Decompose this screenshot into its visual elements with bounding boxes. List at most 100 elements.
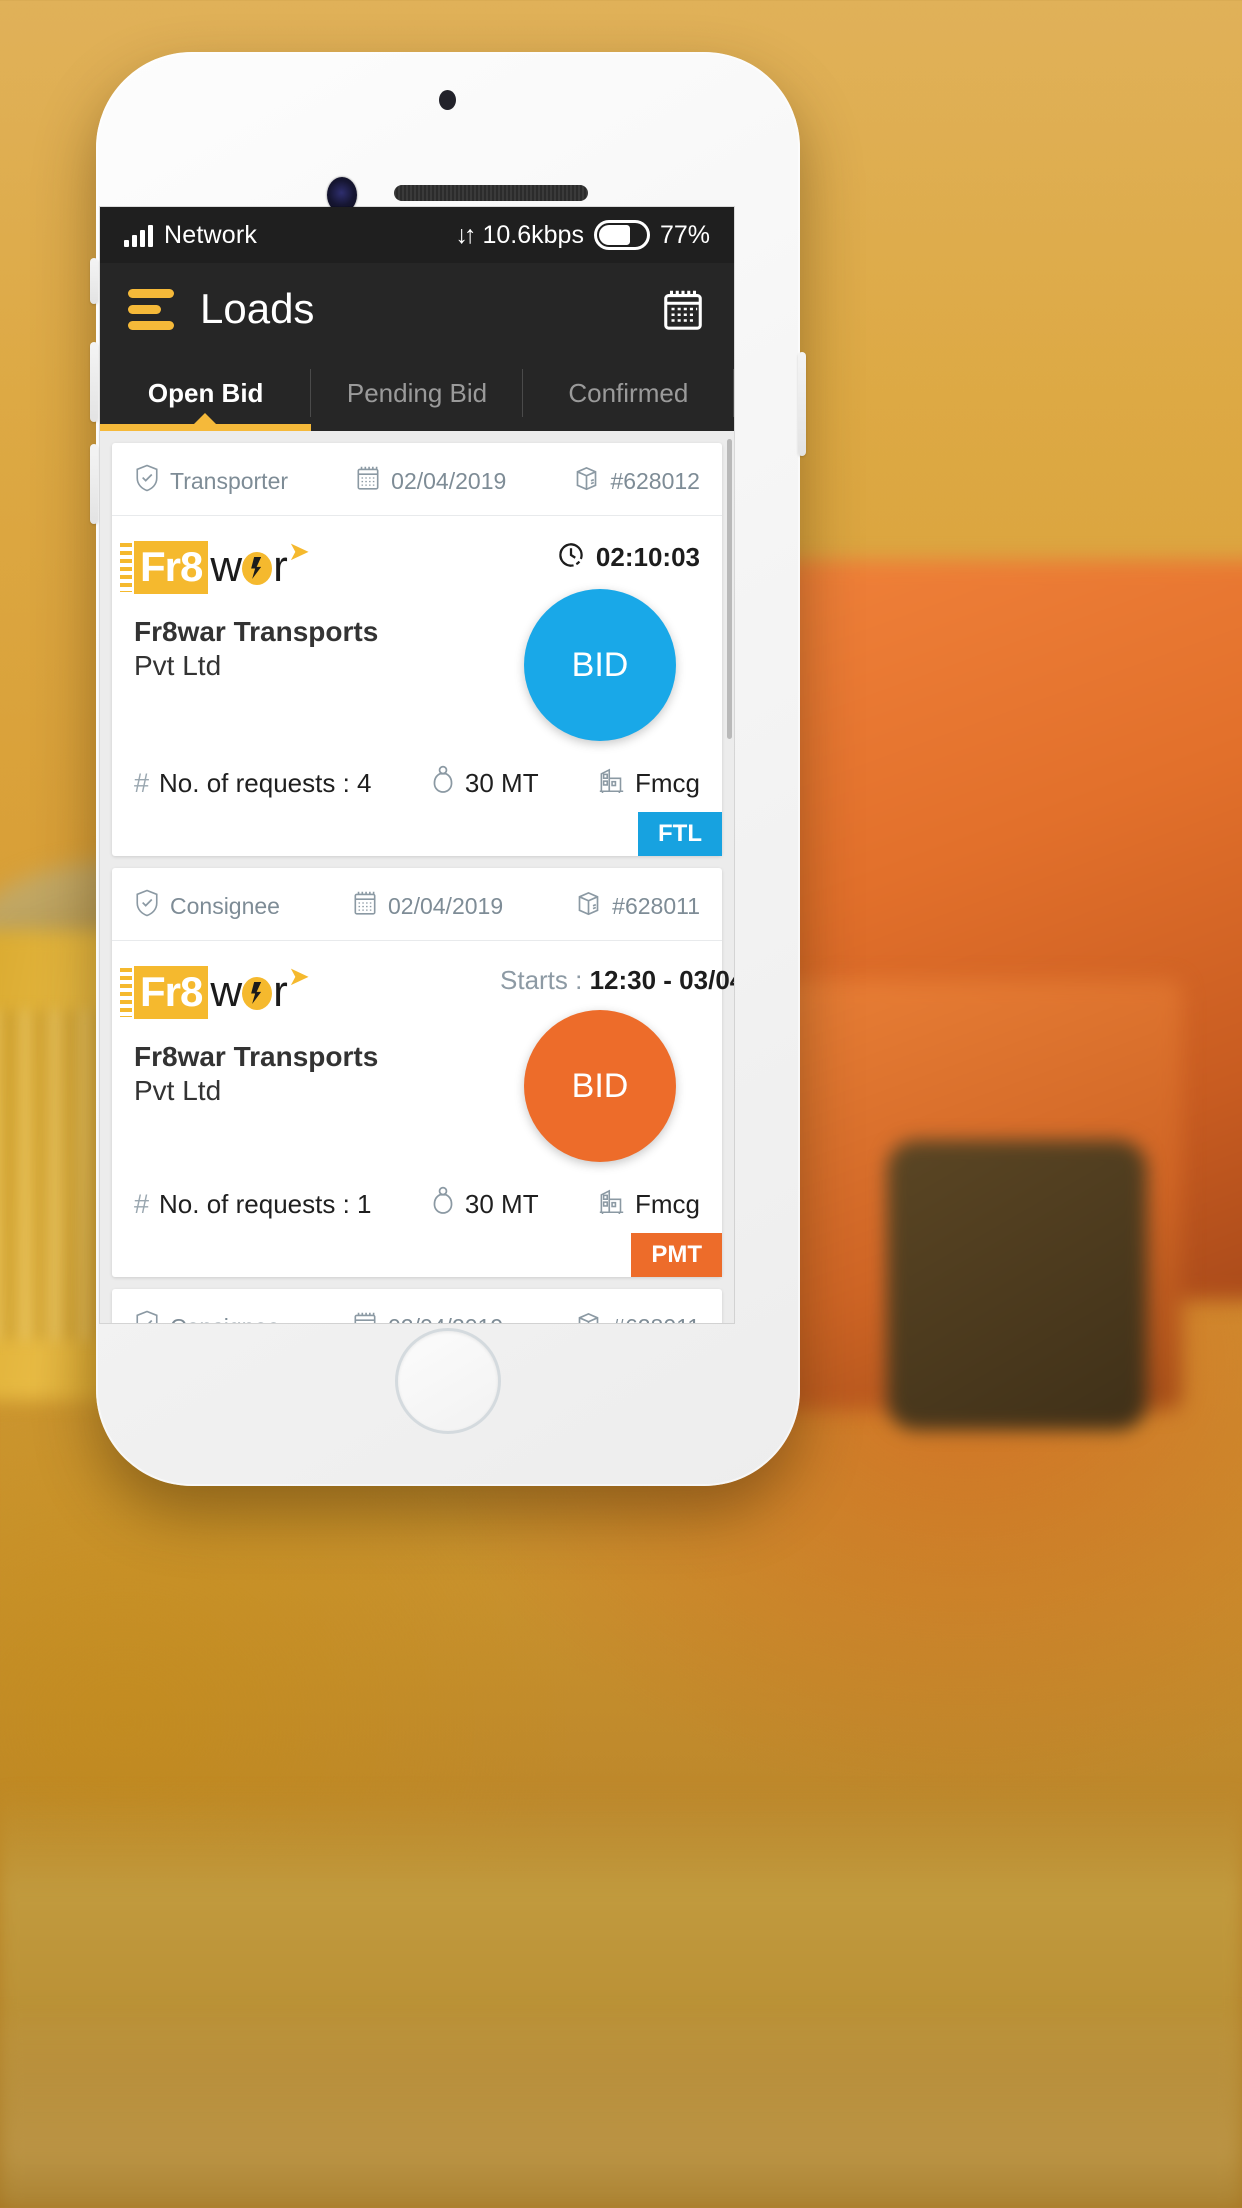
network-speed-label: 10.6kbps bbox=[482, 220, 584, 249]
warehouse-icon bbox=[598, 765, 625, 802]
load-category: Fmcg bbox=[598, 765, 700, 802]
background-ground-near bbox=[0, 2018, 1242, 2208]
card-body: Fr8 w r ➤ Fr8war Transports Pvt Ltd 02:1… bbox=[112, 516, 722, 751]
hash-icon: # bbox=[134, 1189, 150, 1219]
shield-check-icon bbox=[134, 888, 160, 924]
load-date-label: 02/04/2019 bbox=[391, 467, 507, 494]
load-category-label: Fmcg bbox=[634, 768, 700, 798]
volume-down-button[interactable] bbox=[90, 444, 98, 524]
calendar-icon bbox=[352, 889, 378, 923]
load-card[interactable]: Transporter 02/04/2019 #628012 Fr8 w r ➤… bbox=[112, 443, 722, 856]
silent-switch[interactable] bbox=[90, 258, 98, 304]
load-date-label: 02/04/2019 bbox=[388, 892, 504, 919]
network-label: Network bbox=[164, 220, 258, 249]
bid-button[interactable]: BID bbox=[524, 1010, 676, 1162]
background-dark-panel bbox=[887, 1140, 1147, 1430]
party-type: Consignee bbox=[134, 888, 280, 924]
company-name-main: Fr8war Transports bbox=[134, 616, 379, 647]
logo-text-right-wrap: w r ➤ bbox=[210, 961, 309, 1016]
weight-icon bbox=[431, 765, 455, 802]
bid-start-time: Starts : 12:30 - 03/04 bbox=[500, 965, 734, 996]
logo-badge: Fr8 bbox=[120, 540, 209, 594]
requests-count-label: No. of requests : 1 bbox=[159, 1189, 372, 1219]
shield-check-icon bbox=[134, 463, 160, 499]
signal-bars-icon bbox=[124, 223, 153, 247]
list-scrollbar[interactable] bbox=[727, 439, 732, 739]
order-id-label: #628012 bbox=[610, 467, 700, 494]
party-type-label: Consignee bbox=[170, 1314, 280, 1324]
order-id: #628011 bbox=[575, 888, 700, 924]
bid-timer-label: 02:10:03 bbox=[595, 542, 700, 572]
power-button[interactable] bbox=[798, 352, 806, 456]
logo-o-icon bbox=[242, 552, 273, 585]
logo-dots-icon bbox=[120, 542, 132, 592]
requests-count-label: No. of requests : 4 bbox=[159, 768, 372, 798]
load-card[interactable]: Consignee 02/04/2019 bbox=[112, 1289, 722, 1323]
status-badge: FTL bbox=[638, 812, 722, 856]
status-bar: Network ↓↑ 10.6kbps 77% bbox=[100, 207, 734, 263]
bid-timer: 02:10:03 bbox=[500, 540, 700, 575]
proximity-sensor-icon bbox=[439, 90, 456, 110]
card-body: Fr8 w r ➤ Fr8war Transports Pvt Ltd Starts… bbox=[112, 941, 734, 1172]
party-type: Transporter bbox=[134, 463, 288, 499]
bid-button[interactable]: BID bbox=[524, 589, 676, 741]
tab-pending-bid-label: Pending Bid bbox=[346, 377, 488, 408]
tab-active-pointer-icon bbox=[194, 413, 217, 424]
party-type: Consignee bbox=[134, 1309, 280, 1323]
card-body-left: Fr8 w r ➤ Fr8war Transports Pvt Ltd bbox=[120, 961, 500, 1162]
home-button[interactable] bbox=[395, 1328, 501, 1434]
bid-button-label: BID bbox=[571, 645, 629, 684]
company-name: Fr8war Transports Pvt Ltd bbox=[134, 1037, 500, 1108]
shield-check-icon bbox=[134, 1309, 160, 1323]
status-bar-right: ↓↑ 10.6kbps 77% bbox=[455, 220, 710, 250]
calendar-icon bbox=[352, 1310, 378, 1323]
logo-dots-icon bbox=[120, 967, 132, 1017]
box-icon bbox=[575, 1309, 602, 1323]
clock-icon bbox=[556, 540, 586, 575]
logo-arrow-icon: ➤ bbox=[288, 536, 310, 566]
hamburger-menu-icon[interactable] bbox=[128, 288, 174, 330]
party-type-label: Consignee bbox=[170, 892, 280, 919]
requests-count: # No. of requests : 1 bbox=[134, 1189, 371, 1220]
company-name-sub: Pvt Ltd bbox=[134, 650, 222, 682]
order-id-label: #628011 bbox=[612, 892, 700, 919]
logo-text-left: Fr8 bbox=[140, 542, 203, 590]
card-badge-row: FTL bbox=[112, 812, 722, 856]
battery-percent-label: 77% bbox=[659, 220, 710, 249]
load-date: 02/04/2019 bbox=[352, 1310, 503, 1323]
requests-count: # No. of requests : 4 bbox=[134, 768, 371, 799]
load-card[interactable]: Consignee 02/04/2019 bbox=[112, 868, 734, 1277]
card-body-right: 02:10:03 BID bbox=[500, 540, 700, 741]
weight-icon bbox=[431, 1186, 455, 1223]
tab-confirmed[interactable]: Confirmed bbox=[523, 355, 734, 431]
logo-badge: Fr8 bbox=[120, 965, 209, 1019]
card-body-left: Fr8 w r ➤ Fr8war Transports Pvt Ltd bbox=[120, 536, 500, 741]
bid-button-label: BID bbox=[571, 1066, 629, 1105]
tab-active-underline bbox=[100, 424, 312, 431]
card-header: Consignee 02/04/2019 bbox=[112, 1289, 722, 1323]
calendar-icon[interactable] bbox=[660, 285, 706, 333]
company-name-main: Fr8war Transports bbox=[134, 1041, 379, 1072]
status-badge: PMT bbox=[631, 1233, 722, 1277]
loads-list[interactable]: Transporter 02/04/2019 #628012 Fr8 w r ➤… bbox=[100, 431, 734, 1323]
load-weight: 30 MT bbox=[431, 765, 539, 802]
order-id: #628011 bbox=[575, 1309, 700, 1323]
calendar-icon bbox=[355, 464, 381, 498]
card-body-right: Starts : 12:30 - 03/04 BID bbox=[500, 965, 734, 1162]
battery-icon bbox=[593, 220, 650, 250]
tab-confirmed-label: Confirmed bbox=[568, 377, 689, 408]
party-type-label: Transporter bbox=[170, 467, 289, 494]
box-icon bbox=[575, 888, 602, 924]
load-weight-label: 30 MT bbox=[464, 1189, 539, 1219]
card-badge-row: PMT bbox=[112, 1233, 722, 1277]
card-footer: # No. of requests : 1 30 MT Fmcg bbox=[112, 1172, 722, 1223]
phone-frame: Network ↓↑ 10.6kbps 77% Loads Open Bid P… bbox=[90, 52, 806, 1486]
volume-up-button[interactable] bbox=[90, 342, 98, 422]
load-category-label: Fmcg bbox=[634, 1189, 700, 1219]
company-name-sub: Pvt Ltd bbox=[134, 1075, 222, 1107]
tab-open-bid-label: Open Bid bbox=[147, 377, 264, 408]
tab-pending-bid[interactable]: Pending Bid bbox=[311, 355, 523, 431]
bid-start-value: 12:30 - 03/04 bbox=[589, 965, 734, 995]
order-id-label: #628011 bbox=[612, 1314, 700, 1324]
page-title: Loads bbox=[200, 285, 315, 332]
